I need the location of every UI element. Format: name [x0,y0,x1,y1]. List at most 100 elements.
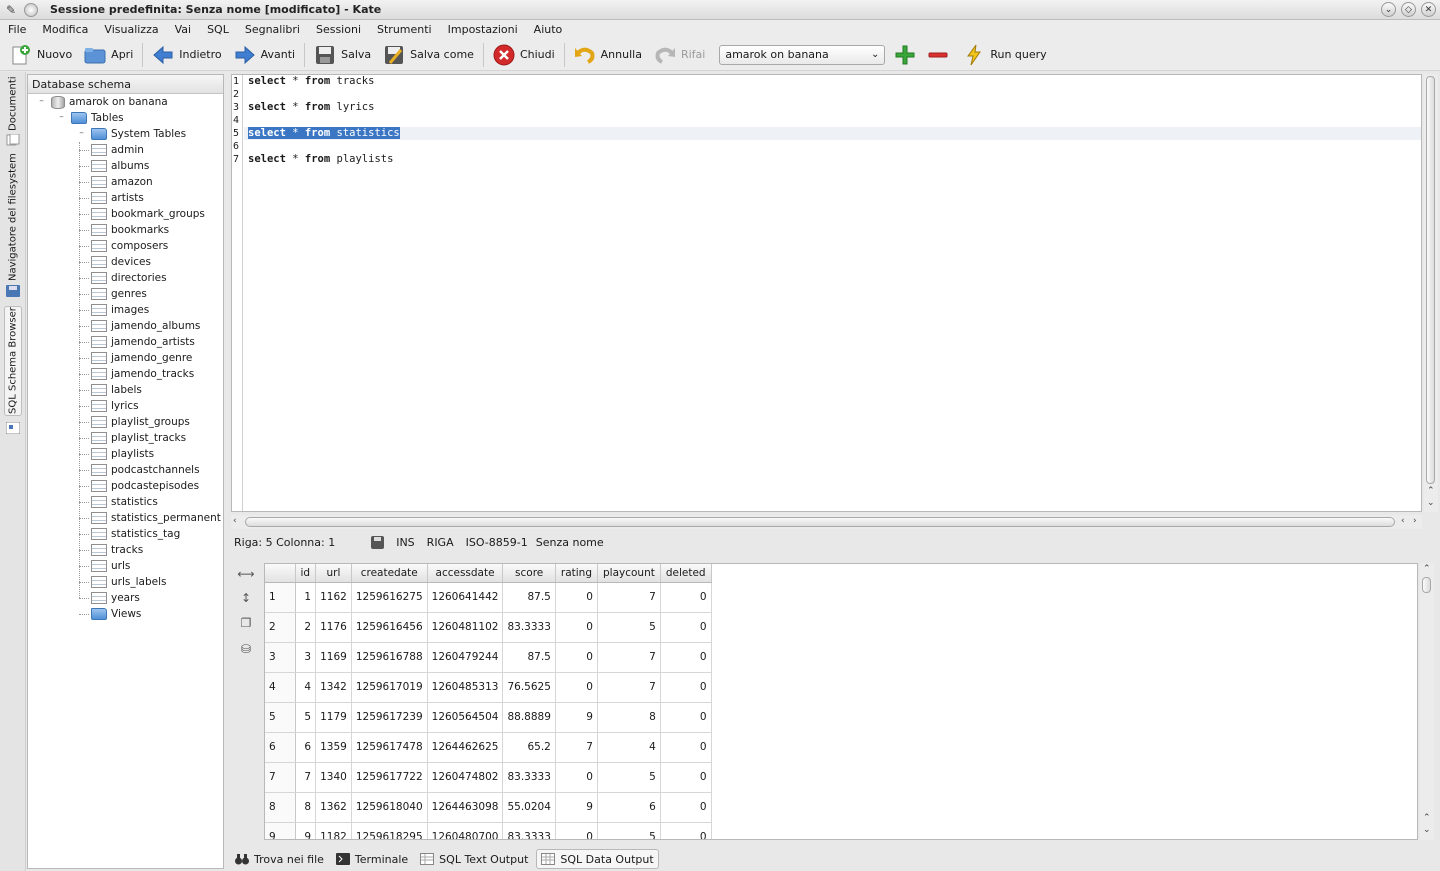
data-vertical-scrollbar[interactable]: ⌃ ⌃ ⌄ [1420,563,1434,840]
table-cell[interactable]: 87.5 [502,582,556,613]
table-cell[interactable]: 1162 [315,582,352,613]
tab-sql-schema-browser[interactable]: SQL Schema Browser [4,306,22,416]
table-cell[interactable]: 88.8889 [502,702,556,733]
scroll-down-icon[interactable]: ⌄ [1427,498,1435,508]
row-header[interactable]: 8 [265,792,296,823]
editor-text-area[interactable]: select * from tracks select * from lyrics… [244,75,1421,166]
kate-app-icon[interactable]: ✎ [4,3,18,17]
tree-folder-system-tables[interactable]: System Tables – [28,126,223,142]
tree-table-directories[interactable]: directories [28,270,223,286]
new-button[interactable]: Nuovo [4,41,78,69]
menu-strumenti[interactable]: Strumenti [377,23,432,36]
table-cell[interactable]: 0 [660,792,712,823]
close-window-button[interactable]: ✕ [1421,2,1436,17]
table-cell[interactable]: 9 [555,792,598,823]
table-cell[interactable]: 0 [555,822,598,839]
maximize-button[interactable]: ◇ [1401,2,1416,17]
menu-impostazioni[interactable]: Impostazioni [448,23,518,36]
table-cell[interactable]: 7 [597,642,661,673]
table-cell[interactable]: 1259617239 [351,702,428,733]
table-cell[interactable]: 1264463098 [427,792,504,823]
table-cell[interactable]: 0 [660,702,712,733]
tree-table-podcastchannels[interactable]: podcastchannels [28,462,223,478]
table-cell[interactable]: 1260481102 [427,612,504,643]
tab-terminal[interactable]: Terminale [332,849,412,869]
tree-table-genres[interactable]: genres [28,286,223,302]
table-corner[interactable] [265,564,296,583]
forward-button[interactable]: Avanti [228,41,301,69]
tab-sql-text-output[interactable]: SQL Text Output [416,849,532,869]
table-cell[interactable]: 3 [295,642,317,673]
add-connection-button[interactable] [891,41,924,69]
editor-horizontal-scrollbar[interactable]: ‹ ‹ › [231,515,1422,529]
table-cell[interactable]: 0 [660,732,712,763]
remove-connection-button[interactable] [924,41,957,69]
column-header-score[interactable]: score [502,564,556,583]
column-header-playcount[interactable]: playcount [597,564,661,583]
table-cell[interactable]: 0 [660,582,712,613]
tab-filesystem-browser[interactable]: Navigatore del filesystem [4,152,22,282]
scroll-left-icon[interactable]: ‹ [233,516,237,526]
table-cell[interactable]: 1259617722 [351,762,428,793]
tree-table-tracks[interactable]: tracks [28,542,223,558]
table-cell[interactable]: 0 [660,612,712,643]
code-line[interactable]: select * from statistics [244,127,1421,140]
editor-vertical-scrollbar[interactable]: ⌃ ⌄ [1424,74,1438,512]
table-cell[interactable]: 0 [555,672,598,703]
scroll-up-icon[interactable]: ⌃ [1423,564,1431,574]
sql-data-output-grid[interactable]: id url createdate accessdate score rating play… [264,563,1418,840]
table-cell[interactable]: 76.5625 [502,672,556,703]
connection-select[interactable]: amarok on banana ⌄ [719,44,886,65]
scroll-left-icon[interactable]: ‹ [1401,516,1405,526]
table-cell[interactable]: 1340 [315,762,352,793]
table-cell[interactable]: 1169 [315,642,352,673]
table-cell[interactable]: 0 [555,612,598,643]
code-line[interactable]: select * from playlists [244,153,1421,166]
table-cell[interactable]: 5 [597,762,661,793]
tree-table-jamendo_artists[interactable]: jamendo_artists [28,334,223,350]
selection-mode[interactable]: RIGA [427,536,454,549]
run-query-button[interactable]: Run query [957,41,1052,69]
collapse-toggle-icon[interactable]: – [37,97,46,106]
tree-table-years[interactable]: years [28,590,223,606]
table-row[interactable]: 8 8 1362 1259618040 1264463098 55.0204 9 6 0 [265,792,712,823]
resize-columns-icon[interactable]: ⟷ [237,567,254,581]
tree-table-playlists[interactable]: playlists [28,446,223,462]
table-cell[interactable]: 7 [597,672,661,703]
tree-table-playlist_groups[interactable]: playlist_groups [28,414,223,430]
table-cell[interactable]: 5 [597,612,661,643]
table-cell[interactable]: 2 [295,612,317,643]
table-cell[interactable]: 1259618040 [351,792,428,823]
table-cell[interactable]: 1260641442 [427,582,504,613]
tab-documents[interactable]: Documenti [4,76,22,132]
table-row[interactable]: 9 9 1182 1259618295 1260480700 83.3333 0 5 0 [265,822,712,839]
table-cell[interactable]: 0 [660,762,712,793]
table-cell[interactable]: 0 [660,672,712,703]
table-cell[interactable]: 1259617019 [351,672,428,703]
tree-table-jamendo_tracks[interactable]: jamendo_tracks [28,366,223,382]
row-header[interactable]: 6 [265,732,296,763]
table-cell[interactable]: 1179 [315,702,352,733]
save-as-button[interactable]: Salva come [377,41,480,69]
table-cell[interactable]: 1260564504 [427,702,504,733]
column-header-deleted[interactable]: deleted [660,564,712,583]
scroll-down-icon[interactable]: ⌄ [1423,825,1431,835]
tree-table-images[interactable]: images [28,302,223,318]
table-row[interactable]: 5 5 1179 1259617239 1260564504 88.8889 9 8 0 [265,702,712,733]
table-cell[interactable]: 83.3333 [502,822,556,839]
scroll-right-icon[interactable]: › [1413,516,1417,526]
menu-segnalibri[interactable]: Segnalibri [245,23,300,36]
table-cell[interactable]: 6 [295,732,317,763]
tree-table-bookmarks[interactable]: bookmarks [28,222,223,238]
table-cell[interactable]: 4 [597,732,661,763]
menu-visualizza[interactable]: Visualizza [104,23,158,36]
tree-folder-views[interactable]: Views [28,606,223,622]
code-line[interactable] [244,114,1421,127]
table-cell[interactable]: 9 [295,822,317,839]
column-header-accessdate[interactable]: accessdate [427,564,504,583]
table-cell[interactable]: 1259616788 [351,642,428,673]
table-cell[interactable]: 1260485313 [427,672,504,703]
row-header[interactable]: 7 [265,762,296,793]
table-cell[interactable]: 1260480700 [427,822,504,839]
table-cell[interactable]: 87.5 [502,642,556,673]
